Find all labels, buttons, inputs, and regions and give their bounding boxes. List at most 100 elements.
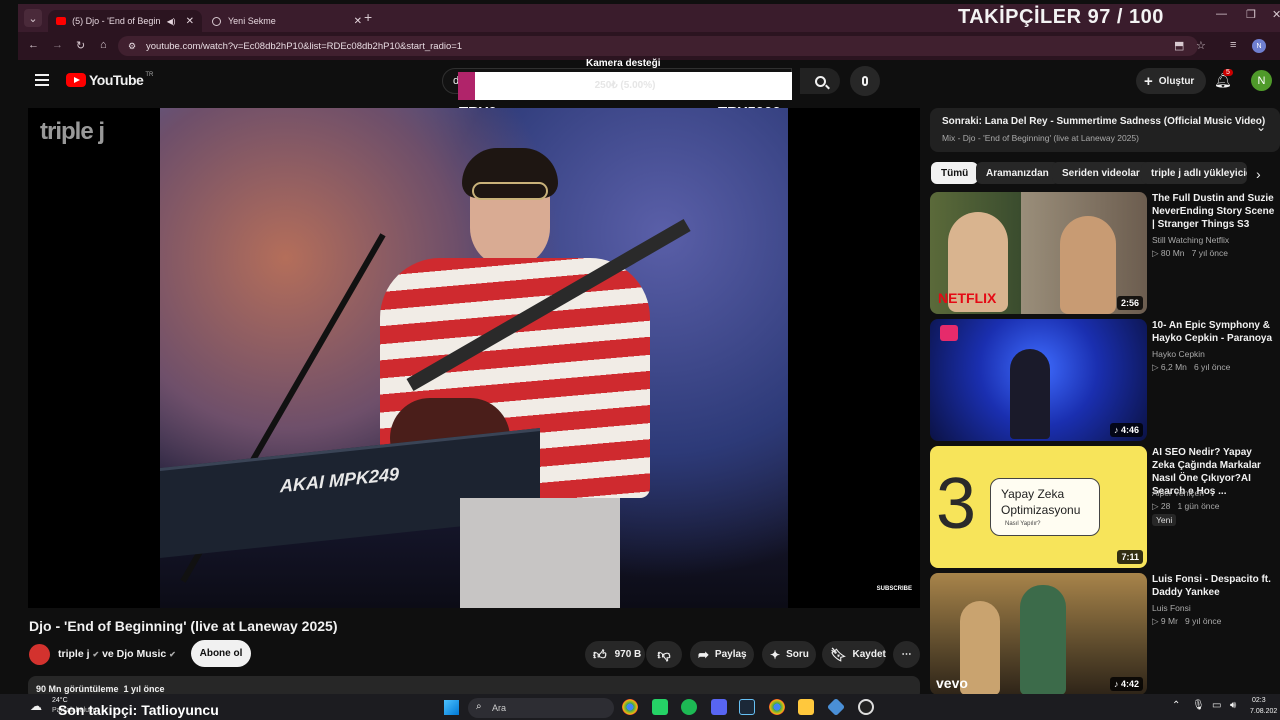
save-button[interactable]: 🔖︎ Kaydet xyxy=(822,641,886,668)
tab-new-tab[interactable]: Yeni Sekme ✕ xyxy=(204,10,362,32)
more-actions-button[interactable]: ⋯ xyxy=(893,641,920,668)
speaker-icon[interactable]: ◀) xyxy=(167,17,176,26)
share-icon: ➦ xyxy=(698,646,709,662)
channel-link[interactable]: triple j xyxy=(58,648,90,660)
install-app-icon[interactable]: ⬒ xyxy=(1174,39,1184,52)
close-tab-icon[interactable]: ✕ xyxy=(354,16,362,27)
video-title: Djo - 'End of Beginning' (live at Lanewa… xyxy=(29,618,338,634)
duration-badge: 2:56 xyxy=(1116,296,1143,310)
recommended-video[interactable]: 3 Yapay Zeka Optimizasyonu Nasıl Yapılır… xyxy=(930,446,1280,568)
close-window-icon[interactable]: ✕ xyxy=(1272,8,1280,21)
recommended-video[interactable]: vevo ♪ 4:42 Luis Fonsi - Despacito ft. D… xyxy=(930,573,1280,695)
like-button[interactable]: 👍︎ 970 B xyxy=(585,641,645,668)
video-stats: ▷ 6,2 Mn 6 yıl önce xyxy=(1152,362,1231,372)
spotify-icon[interactable] xyxy=(681,699,697,715)
chrome-icon[interactable] xyxy=(622,699,638,715)
clock-date[interactable]: 7.08.202 xyxy=(1250,708,1277,715)
profile-avatar-icon[interactable]: N xyxy=(1252,39,1266,53)
volume-icon[interactable]: 🔊︎ xyxy=(1230,700,1236,711)
video-thumbnail[interactable]: ♪ 4:46 xyxy=(930,319,1147,441)
video-thumbnail[interactable]: NETFLIX 2:56 xyxy=(930,192,1147,314)
minimize-icon[interactable]: — xyxy=(1216,8,1227,20)
follower-counter-overlay: TAKİPÇİLER 97 / 100 xyxy=(958,6,1164,28)
playlist-icon[interactable]: ≡ xyxy=(1230,39,1236,51)
voice-search-button[interactable] xyxy=(850,66,880,96)
video-player[interactable]: triple j AKAI MPK249 SUBSCRIBE xyxy=(28,108,920,608)
hamburger-menu-icon[interactable] xyxy=(35,74,49,86)
channel-name[interactable]: Hayko Cepkin xyxy=(1152,349,1205,359)
up-next-title: Sonraki: Lana Del Rey - Summertime Sadne… xyxy=(942,116,1266,127)
create-label: Oluştur xyxy=(1158,75,1195,87)
chevron-down-icon[interactable]: ⌄ xyxy=(1256,120,1266,134)
ask-button[interactable]: ✦ Soru xyxy=(762,641,816,668)
video-stats: ▷ 28 1 gün önce xyxy=(1152,501,1220,511)
reload-icon[interactable]: ↻ xyxy=(76,39,85,52)
bookmark-star-icon[interactable]: ☆ xyxy=(1196,39,1206,52)
obs-icon[interactable] xyxy=(858,699,874,715)
channel-avatar[interactable] xyxy=(29,644,50,665)
region-code: TR xyxy=(145,72,154,78)
thumb-line-1: Yapay Zeka xyxy=(1001,487,1065,501)
create-button[interactable]: + Oluştur xyxy=(1136,68,1207,94)
address-bar[interactable]: ⚙ youtube.com/watch?v=Ec08db2hP10&list=R… xyxy=(118,36,1198,56)
steam-icon[interactable] xyxy=(739,699,755,715)
chip-all[interactable]: Tümü xyxy=(931,162,979,184)
subscribe-button[interactable]: Abone ol xyxy=(191,640,251,667)
youtube-logo[interactable]: YouTube TR xyxy=(66,72,153,88)
share-button[interactable]: ➦ Paylaş xyxy=(690,641,754,668)
weather-icon: ☁ xyxy=(30,699,42,713)
collab-channel[interactable]: ve Djo Music xyxy=(102,648,166,660)
close-tab-icon[interactable]: ✕ xyxy=(186,16,194,27)
tab-youtube[interactable]: (5) Djo - 'End of Beginning' ◀) ✕ xyxy=(48,10,202,32)
forward-icon[interactable]: → xyxy=(52,39,63,51)
new-tab-plus-icon[interactable]: + xyxy=(364,9,372,25)
taskbar-search[interactable]: ⌕ Ara xyxy=(468,698,614,718)
back-icon[interactable]: ← xyxy=(28,39,39,51)
chip-from-series[interactable]: Seriden videolar xyxy=(1052,162,1150,184)
maximize-icon[interactable]: ❐ xyxy=(1246,8,1256,21)
video-title[interactable]: Luis Fonsi - Despacito ft. Daddy Yankee xyxy=(1152,573,1276,599)
recommended-video[interactable]: ♪ 4:46 10- An Epic Symphony & Hayko Cepk… xyxy=(930,319,1280,441)
video-title[interactable]: The Full Dustin and Suzie NeverEnding St… xyxy=(1152,192,1276,231)
new-badge: Yeni xyxy=(1152,514,1177,526)
weather-widget[interactable]: ☁ 24°C Parçalı bulutlu xyxy=(30,697,96,715)
netflix-logo: NETFLIX xyxy=(938,290,997,306)
chip-uploader[interactable]: triple j adlı yükleyiciden xyxy=(1141,162,1247,184)
search-button[interactable] xyxy=(800,68,840,94)
bookmark-icon: 🔖︎ xyxy=(830,646,847,662)
chrome-icon[interactable] xyxy=(769,699,785,715)
dislike-button[interactable]: 👎︎ xyxy=(646,641,682,668)
search-handle xyxy=(824,84,830,89)
up-next-card[interactable]: Sonraki: Lana Del Rey - Summertime Sadne… xyxy=(930,108,1280,152)
account-avatar[interactable]: N xyxy=(1251,70,1272,91)
channel-name[interactable]: Alper Yeniçeri xyxy=(1152,488,1204,498)
channel-name[interactable]: Still Watching Netflix xyxy=(1152,235,1229,245)
notifications-button[interactable]: 🔔︎ 5 xyxy=(1214,69,1233,90)
site-info-icon[interactable]: ⚙ xyxy=(128,41,136,52)
duration-badge: ♪ 4:42 xyxy=(1109,677,1143,691)
start-button[interactable] xyxy=(444,700,459,715)
whatsapp-icon[interactable] xyxy=(652,699,668,715)
like-count: 970 B xyxy=(614,649,642,660)
channel-name[interactable]: triple j ✔ ve Djo Music ✔ xyxy=(58,648,176,660)
chevron-right-icon[interactable]: › xyxy=(1256,166,1261,182)
sparkle-icon: ✦ xyxy=(770,647,781,662)
display-tray-icon[interactable]: ▭ xyxy=(1212,700,1221,711)
discord-icon[interactable] xyxy=(711,699,727,715)
tab-search-button[interactable]: ⌄ xyxy=(24,9,42,27)
microphone-tray-icon[interactable]: 🎙︎ xyxy=(1192,700,1205,711)
video-thumbnail[interactable]: 3 Yapay Zeka Optimizasyonu Nasıl Yapılır… xyxy=(930,446,1147,568)
clock-time[interactable]: 02:3 xyxy=(1252,697,1266,704)
home-icon[interactable]: ⌂ xyxy=(100,39,107,51)
more-icon: ⋯ xyxy=(901,649,912,660)
video-stats: ▷ 80 Mn 7 yıl önce xyxy=(1152,248,1228,258)
video-thumbnail[interactable]: vevo ♪ 4:42 xyxy=(930,573,1147,695)
chip-from-search[interactable]: Aramanızdan xyxy=(976,162,1059,184)
video-title[interactable]: 10- An Epic Symphony & Hayko Cepkin - Pa… xyxy=(1152,319,1276,345)
file-explorer-icon[interactable] xyxy=(798,699,814,715)
thumb-figure-center xyxy=(1020,585,1066,695)
channel-name[interactable]: Luis Fonsi xyxy=(1152,603,1191,613)
performer-pants xyxy=(460,498,620,608)
recommended-video[interactable]: NETFLIX 2:56 The Full Dustin and Suzie N… xyxy=(930,192,1280,314)
chevron-up-icon[interactable]: ⌃ xyxy=(1172,700,1180,711)
